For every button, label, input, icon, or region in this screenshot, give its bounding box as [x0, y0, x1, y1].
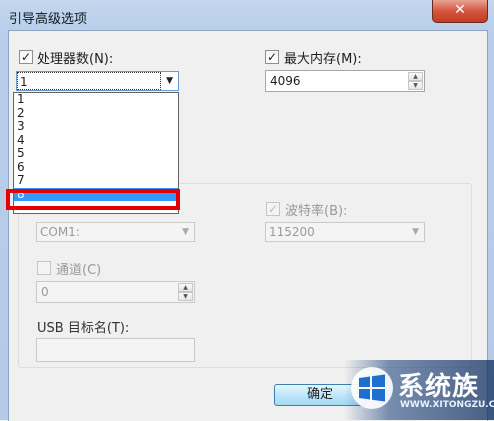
close-icon: ✕	[454, 2, 466, 18]
dropdown-option[interactable]: 6	[14, 160, 178, 175]
channel-spinner[interactable]: 0 ▲ ▼	[36, 281, 195, 303]
processors-label: 处理器数(N):	[37, 52, 114, 67]
baud-combo[interactable]: 115200 ▼	[265, 222, 425, 242]
usb-target-label: USB 目标名(T):	[37, 321, 130, 336]
chevron-down-icon[interactable]: ▼	[412, 223, 419, 241]
debug-port-combo[interactable]: COM1: ▼	[36, 222, 195, 242]
dropdown-option[interactable]: 5	[14, 146, 178, 161]
max-memory-checkbox[interactable]: ✓	[265, 50, 279, 64]
highlight-box	[6, 189, 180, 210]
watermark-url: WWW.XITONGZU.COM	[400, 400, 494, 410]
max-memory-label: 最大内存(M):	[284, 52, 362, 67]
dropdown-option[interactable]: 3	[14, 119, 178, 134]
channel-label: 通道(C)	[56, 263, 102, 278]
windows-logo-icon	[351, 367, 393, 409]
dropdown-option[interactable]: 7	[14, 173, 178, 188]
processors-checkbox[interactable]: ✓	[19, 50, 33, 64]
baud-value: 115200	[269, 225, 315, 239]
max-memory-spinner[interactable]: 4096 ▲ ▼	[265, 70, 425, 92]
dropdown-option[interactable]: 4	[14, 133, 178, 148]
chevron-down-icon[interactable]: ▼	[182, 223, 189, 241]
usb-target-input[interactable]	[36, 338, 195, 362]
spin-up-icon[interactable]: ▲	[178, 283, 193, 292]
baud-label: 波特率(B):	[285, 204, 348, 219]
processors-combo[interactable]: 1 ▼	[16, 71, 179, 91]
window-title: 引导高级选项	[9, 12, 88, 27]
spin-down-icon[interactable]: ▼	[178, 292, 193, 301]
channel-checkbox[interactable]	[37, 261, 51, 275]
close-button[interactable]: ✕	[432, 0, 488, 23]
baud-checkbox[interactable]: ✓	[266, 202, 280, 216]
chevron-down-icon[interactable]: ▼	[166, 72, 173, 90]
debug-port-value: COM1:	[40, 225, 80, 239]
dropdown-option[interactable]: 1	[14, 92, 178, 107]
max-memory-value: 4096	[270, 74, 301, 88]
dropdown-option[interactable]: 2	[14, 106, 178, 121]
spin-down-icon[interactable]: ▼	[408, 81, 423, 90]
spin-up-icon[interactable]: ▲	[408, 72, 423, 81]
watermark-text: 系统族	[398, 372, 480, 402]
processors-combo-value: 1	[20, 75, 28, 89]
watermark: 系统族 WWW.XITONGZU.COM	[344, 360, 494, 420]
channel-value: 0	[41, 285, 49, 299]
